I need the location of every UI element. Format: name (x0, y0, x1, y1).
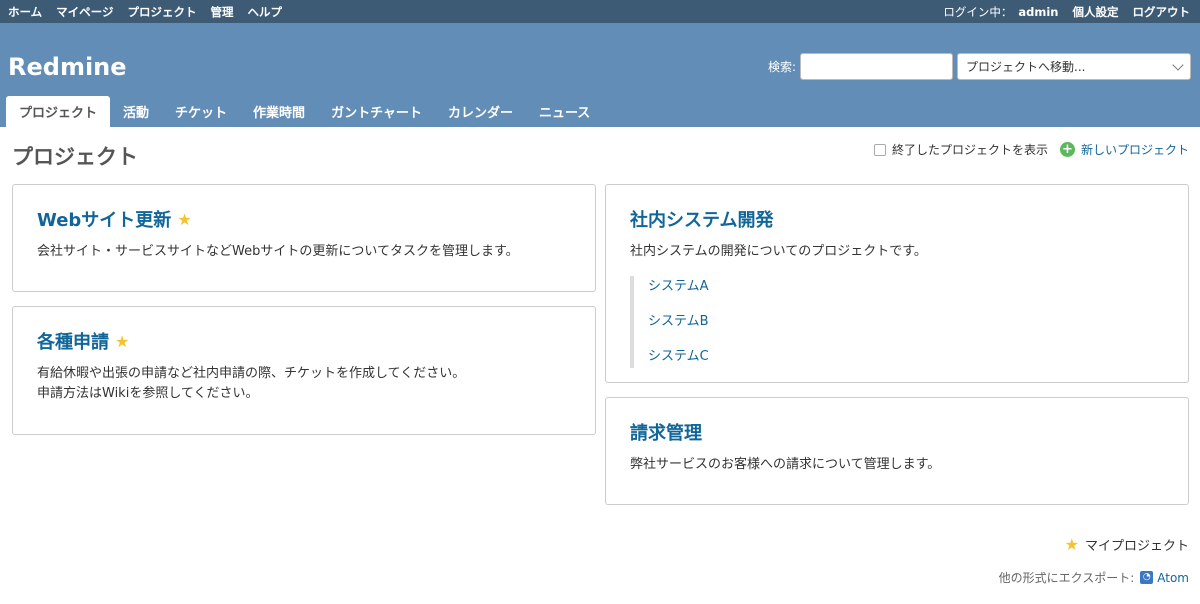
show-closed-checkbox[interactable] (873, 143, 886, 156)
new-project-link[interactable]: 新しいプロジェクト (1081, 141, 1189, 158)
search-input[interactable] (800, 53, 953, 80)
add-icon: + (1059, 142, 1075, 157)
project-description: 弊社サービスのお客様への請求について管理します。 (630, 457, 941, 472)
star-icon: ★ (177, 209, 192, 229)
show-closed-label[interactable]: 終了したプロジェクトを表示 (892, 141, 1048, 158)
quick-search: 検索: プロジェクトへ移動... (768, 53, 1191, 80)
subproject-link[interactable]: システムB (648, 314, 709, 329)
project-box: 請求管理 弊社サービスのお客様への請求について管理します。 (605, 397, 1189, 505)
top-link-help[interactable]: ヘルプ (248, 5, 283, 19)
other-formats: 他の形式にエクスポート: ◔ Atom (999, 569, 1189, 586)
content: プロジェクト 終了したプロジェクトを表示 + 新しいプロジェクト Webサイト更… (0, 127, 1200, 604)
project-link[interactable]: 社内システム開発 (630, 206, 773, 232)
search-label: 検索: (767, 60, 796, 74)
tab-time-entries[interactable]: 作業時間 (240, 96, 318, 127)
contextual-actions: 終了したプロジェクトを表示 + 新しいプロジェクト (873, 141, 1189, 158)
top-link-home[interactable]: ホーム (8, 5, 42, 19)
my-projects-legend: ★ マイプロジェクト (1065, 535, 1189, 554)
project-description: 社内システムの開発についてのプロジェクトです。 (630, 244, 927, 259)
top-link-admin[interactable]: 管理 (210, 5, 233, 19)
star-icon: ★ (115, 331, 130, 351)
tab-news[interactable]: ニュース (526, 96, 603, 127)
tab-gantt[interactable]: ガントチャート (318, 96, 435, 127)
tab-calendar[interactable]: カレンダー (435, 96, 526, 127)
star-icon: ★ (1064, 535, 1079, 554)
subproject-link[interactable]: システムC (648, 349, 709, 364)
app-title[interactable]: Redmine (8, 53, 127, 81)
project-box: 社内システム開発 社内システムの開発についてのプロジェクトです。 システムA シ… (605, 184, 1189, 383)
project-jump-select[interactable]: プロジェクトへ移動... (957, 53, 1191, 80)
user-link[interactable]: admin (1018, 5, 1058, 19)
atom-link[interactable]: Atom (1157, 571, 1189, 585)
tab-projects[interactable]: プロジェクト (6, 96, 111, 127)
top-menu-left: ホーム マイページ プロジェクト 管理 ヘルプ (8, 4, 292, 20)
project-box: 各種申請 ★ 有給休暇や出張の申請など社内申請の際、チケットを作成してください。 … (12, 306, 596, 435)
page-title: プロジェクト (12, 145, 138, 169)
project-box: Webサイト更新 ★ 会社サイト・サービスサイトなどWebサイトの更新についてタス… (12, 184, 596, 292)
my-account-link[interactable]: 個人設定 (1072, 5, 1118, 19)
logged-in-label: ログイン中： (943, 4, 1013, 19)
project-description: 会社サイト・サービスサイトなどWebサイトの更新についてタスクを管理します。 (37, 244, 519, 259)
project-link[interactable]: 各種申請 (37, 328, 109, 354)
project-description: 有給休暇や出張の申請など社内申請の際、チケットを作成してください。 (37, 366, 466, 381)
subproject-link[interactable]: システムA (648, 279, 709, 294)
top-link-projects[interactable]: プロジェクト (127, 5, 196, 19)
export-label: 他の形式にエクスポート: (998, 571, 1135, 585)
project-link[interactable]: Webサイト更新 (37, 206, 171, 232)
my-projects-label: マイプロジェクト (1084, 539, 1189, 554)
project-link[interactable]: 請求管理 (630, 419, 702, 445)
project-jump-label: プロジェクトへ移動... (966, 60, 1086, 74)
account-menu: ログイン中： admin 個人設定 ログアウト (943, 4, 1192, 20)
top-link-mypage[interactable]: マイページ (56, 5, 113, 19)
project-description-line2: 申請方法はWikiを参照してください。 (37, 386, 259, 401)
tab-activity[interactable]: 活動 (110, 96, 162, 127)
chevron-down-icon (1172, 58, 1184, 71)
feed-icon: ◔ (1140, 571, 1154, 584)
tab-issues[interactable]: チケット (162, 96, 240, 127)
header: Redmine 検索: プロジェクトへ移動... プロジェクト 活動 チケット … (0, 23, 1200, 127)
subproject-list: システムA システムB システムC (630, 276, 1164, 368)
top-menu: ホーム マイページ プロジェクト 管理 ヘルプ ログイン中： admin 個人設定… (0, 0, 1200, 23)
main-menu: プロジェクト 活動 チケット 作業時間 ガントチャート カレンダー ニュース (6, 96, 603, 127)
logout-link[interactable]: ログアウト (1133, 5, 1191, 19)
